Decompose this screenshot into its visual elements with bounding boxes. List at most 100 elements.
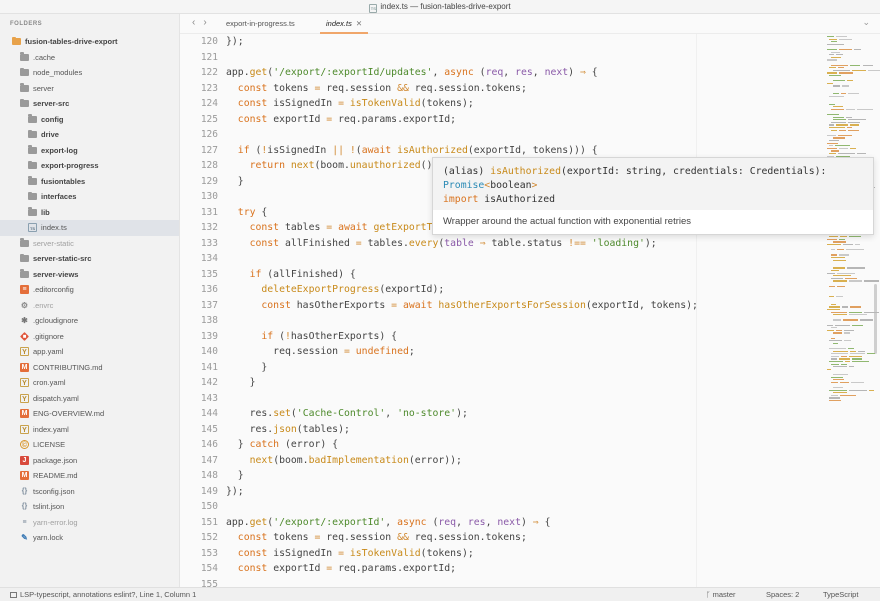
close-icon[interactable]: ✕ — [356, 19, 362, 28]
line-number: 131 — [200, 206, 218, 218]
sidebar-item-server-src[interactable]: server-src — [0, 96, 179, 112]
folder-icon — [20, 238, 29, 247]
sidebar-item-envrc[interactable]: ⚙ .envrc — [0, 298, 179, 314]
code-line: (alias) isAuthorized(exportId: string, c… — [443, 166, 827, 177]
sidebar-item-gitignore[interactable]: ◆ .gitignore — [0, 329, 179, 345]
minimap-line — [857, 350, 866, 352]
sidebar-item-app-yaml[interactable]: Yapp.yaml — [0, 344, 179, 360]
sidebar-item-config[interactable]: config — [0, 112, 179, 128]
minimap-line — [831, 270, 840, 272]
sidebar-item-server[interactable]: server — [0, 81, 179, 97]
minimap-line — [848, 119, 867, 121]
sidebar-item-license[interactable]: © LICENSE — [0, 437, 179, 453]
sidebar-item-index-ts[interactable]: TS index.ts — [0, 220, 179, 236]
sidebar-item-label: yarn-error.log — [33, 517, 78, 527]
sidebar-item-package-json[interactable]: Jpackage.json — [0, 453, 179, 469]
sidebar-item-index-yaml[interactable]: Yindex.yaml — [0, 422, 179, 438]
minimap-line — [854, 244, 860, 246]
sidebar-item-server-views[interactable]: server-views — [0, 267, 179, 283]
yaml-icon: Y — [20, 424, 29, 434]
sidebar-item-server-static-src[interactable]: server-static-src — [0, 251, 179, 267]
line-number: 152 — [200, 532, 218, 543]
sidebar-item-tsconfig-json[interactable]: {} tsconfig.json — [0, 484, 179, 500]
branch-label: master — [712, 590, 736, 599]
minimap-line — [847, 348, 855, 350]
sidebar-item-cron-yaml[interactable]: Ycron.yaml — [0, 375, 179, 391]
minimap[interactable] — [696, 34, 880, 587]
minimap-line — [840, 394, 857, 396]
line-number: 141 — [200, 361, 218, 373]
line-number: 147 — [200, 454, 218, 466]
chevron-right-icon[interactable]: › — [203, 17, 214, 28]
minimap-line — [833, 374, 848, 376]
sidebar-item-fusiontables[interactable]: fusiontables — [0, 174, 179, 190]
minimap-line — [831, 353, 848, 355]
minimap-line — [827, 238, 838, 240]
scrollbar-thumb[interactable] — [874, 284, 877, 354]
file-tree: fusion-tables-drive-export .cache node_mod… — [0, 34, 179, 546]
sidebar-item-label: package.json — [33, 455, 78, 465]
folder-icon — [28, 114, 37, 123]
minimap-line — [833, 280, 848, 282]
minimap-line — [827, 59, 838, 61]
sidebar-item-eng-overview-md[interactable]: M ENG-OVERVIEW.md — [0, 406, 179, 422]
code-editor[interactable]: 120 121 122 123 124 125 126 127 128 129 130 131 132 1… — [180, 34, 696, 587]
minimap-line — [849, 355, 863, 357]
yaml-icon: Y — [20, 347, 29, 357]
sidebar-item-yarn-lock[interactable]: ✎ yarn.lock — [0, 530, 179, 546]
git-branch[interactable]: ᚴ master — [706, 588, 736, 601]
sidebar-item-export-progress[interactable]: export-progress — [0, 158, 179, 174]
panel-toggle-icon[interactable] — [10, 592, 17, 598]
sidebar-item-editorconfig[interactable]: ≡ .editorconfig — [0, 282, 179, 298]
sidebar-item-export-log[interactable]: export-log — [0, 143, 179, 159]
line-number: 148 — [200, 470, 218, 481]
minimap-line — [847, 80, 853, 82]
code-area[interactable]: }); app.get('/export/:exportId/updates',… — [226, 34, 696, 587]
sidebar-item-label: app.yaml — [33, 347, 64, 357]
code-line: app.get('/export/:exportId', async (req,… — [226, 516, 551, 528]
sidebar-item-lib[interactable]: lib — [0, 205, 179, 221]
sidebar-item-yarn-error-log[interactable]: ≡ yarn-error.log — [0, 515, 179, 531]
minimap-line — [837, 285, 845, 287]
minimap-line — [829, 361, 843, 363]
folder-icon — [20, 269, 29, 278]
braces-icon: {} — [21, 487, 28, 495]
sidebar-item-gcloudignore[interactable]: ✱ .gcloudignore — [0, 313, 179, 329]
code-line: app.get('/export/:exportId/updates', asy… — [226, 67, 598, 78]
minimap-line — [829, 389, 847, 391]
sidebar-item-readme-md[interactable]: M README.md — [0, 468, 179, 484]
sidebar-item-drive[interactable]: drive — [0, 127, 179, 143]
sidebar-item-interfaces[interactable]: interfaces — [0, 189, 179, 205]
sidebar-item-tslint-json[interactable]: {} tslint.json — [0, 499, 179, 515]
minimap-line — [827, 329, 834, 331]
indentation-setting[interactable]: Spaces: 2 — [766, 588, 799, 601]
tab-index-ts[interactable]: index.ts ✕ — [320, 14, 369, 34]
line-number: 122 — [200, 67, 218, 78]
sidebar-item-server-static[interactable]: server-static — [0, 236, 179, 252]
syntax-selector[interactable]: TypeScript — [823, 588, 858, 601]
sidebar-item-cache[interactable]: .cache — [0, 50, 179, 66]
chevron-down-icon[interactable]: ⌄ — [862, 17, 870, 28]
minimap-line — [844, 277, 857, 279]
sidebar-item-label: interfaces — [41, 192, 77, 202]
sidebar-item-contributing-md[interactable]: M CONTRIBUTING.md — [0, 360, 179, 376]
sidebar-item-fusion-tables-drive-export[interactable]: fusion-tables-drive-export — [0, 34, 179, 50]
tab-label: index.ts — [326, 19, 352, 28]
minimap-line — [850, 353, 865, 355]
line-number: 151 — [200, 516, 218, 528]
minimap-line — [831, 363, 839, 365]
minimap-line — [829, 296, 835, 298]
sidebar-item-label: .gcloudignore — [33, 316, 79, 326]
sidebar-item-dispatch-yaml[interactable]: Ydispatch.yaml — [0, 391, 179, 407]
sidebar-item-node-modules[interactable]: node_modules — [0, 65, 179, 81]
chevron-left-icon[interactable]: ‹ — [192, 17, 203, 28]
line-number-gutter: 120 121 122 123 124 125 126 127 128 129 130 131 132 1… — [180, 34, 218, 587]
tab-export-in-progress[interactable]: export-in-progress.ts — [220, 14, 301, 34]
minimap-line — [847, 93, 859, 95]
minimap-line — [833, 342, 838, 344]
minimap-line — [840, 381, 850, 383]
git-icon: ◆ — [20, 331, 29, 341]
